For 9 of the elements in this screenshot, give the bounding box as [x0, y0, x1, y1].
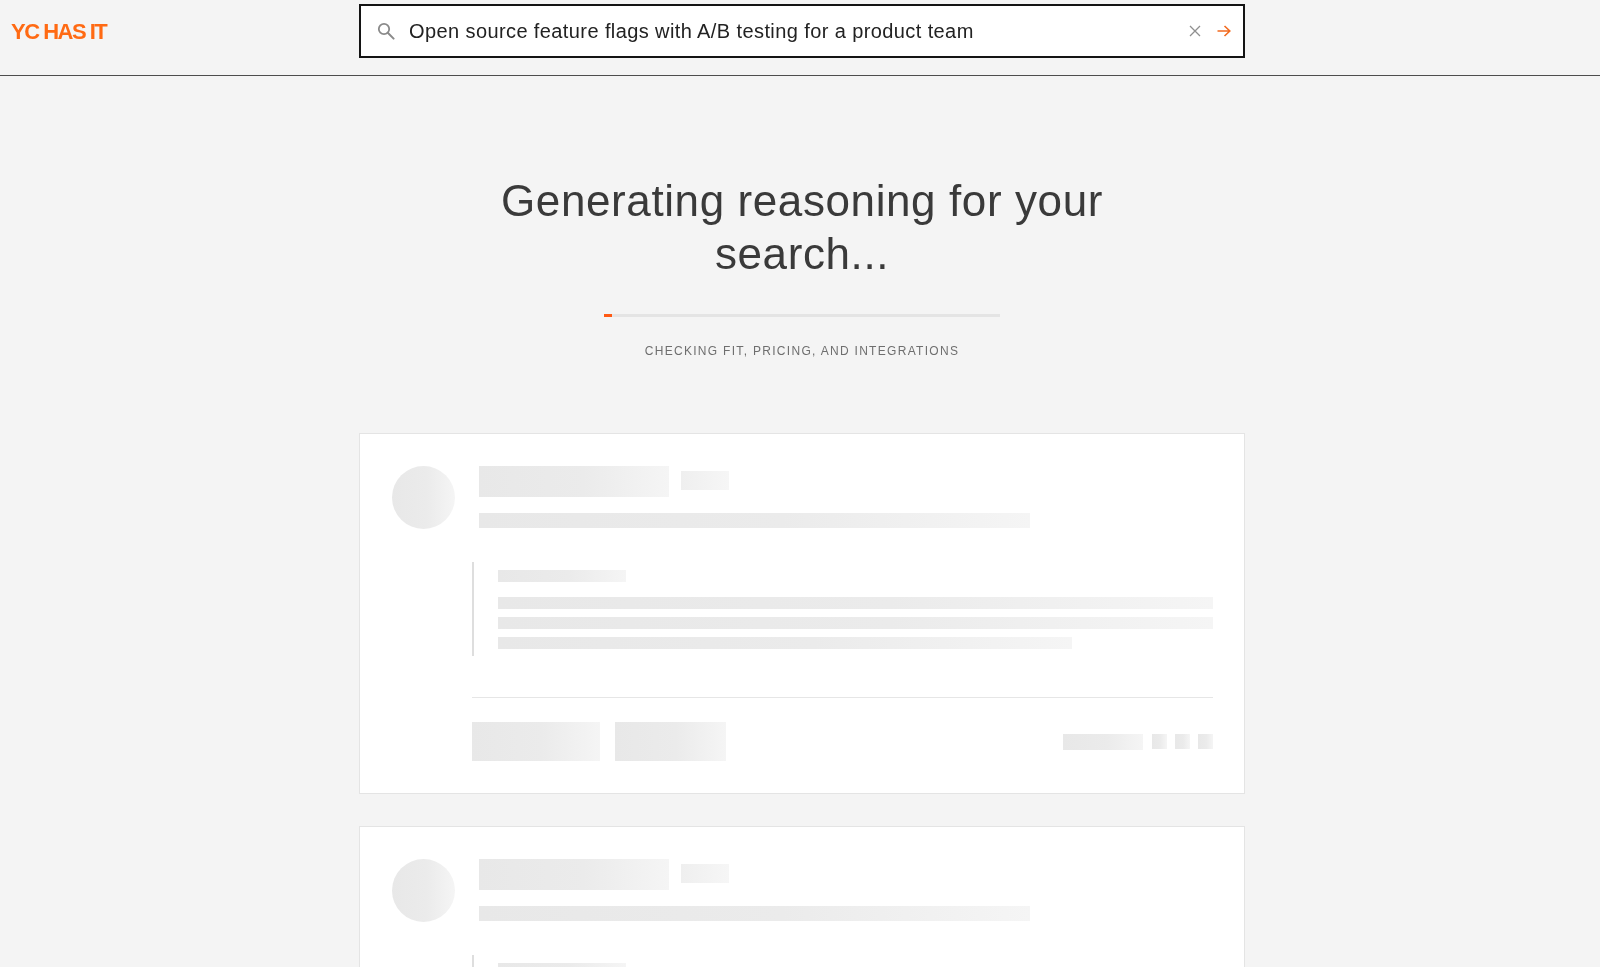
- loading-heading: Generating reasoning for your search...: [500, 175, 1104, 280]
- search-icon: [377, 22, 395, 40]
- search-field[interactable]: Open source feature flags with A/B testing for a product team: [409, 19, 1189, 43]
- status-caption: CHECKING FIT, PRICING, AND INTEGRATIONS: [644, 343, 960, 359]
- close-icon: [1189, 25, 1201, 37]
- clear-button[interactable]: [1189, 25, 1201, 37]
- submit-button[interactable]: [1217, 25, 1231, 37]
- search-bar[interactable]: Open source feature flags with A/B testing for a product team: [359, 4, 1245, 58]
- arrow-right-icon: [1217, 25, 1231, 37]
